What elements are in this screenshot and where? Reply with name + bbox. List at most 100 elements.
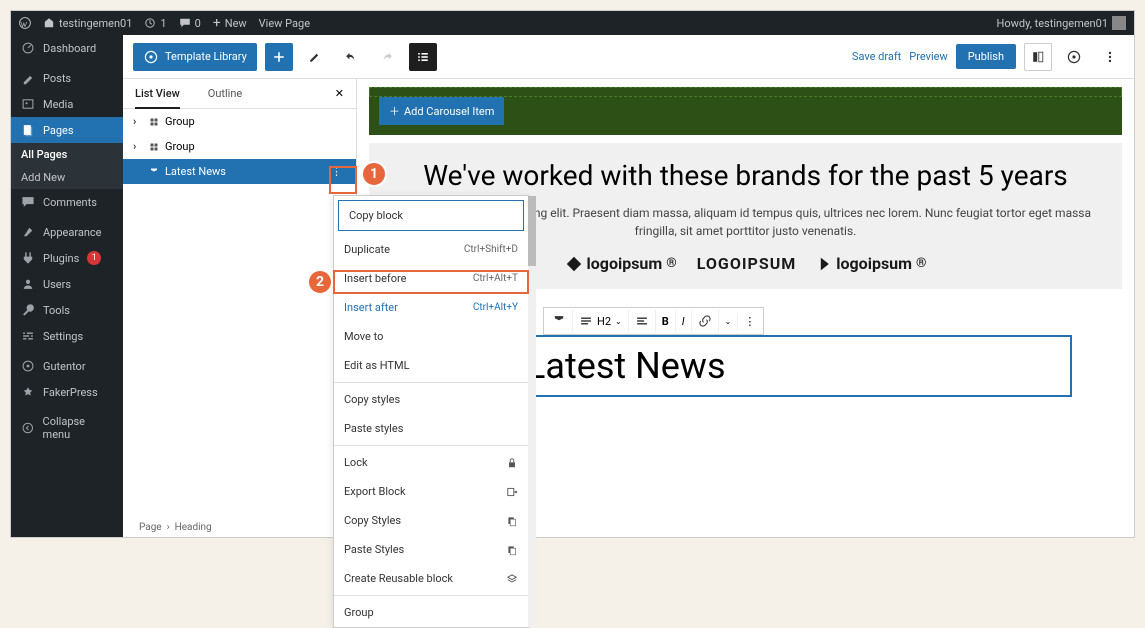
sidebar-item-label: Users <box>43 278 71 291</box>
menu-export-block[interactable]: Export Block <box>334 477 528 506</box>
carousel-placeholder <box>369 87 1122 97</box>
align-button[interactable] <box>629 310 656 332</box>
edit-tool-button[interactable] <box>301 43 329 71</box>
paste-icon <box>506 544 518 556</box>
sidebar-collapse[interactable]: Collapse menu <box>11 409 123 447</box>
sidebar-item-settings[interactable]: Settings <box>11 323 123 349</box>
sidebar-item-label: Comments <box>43 196 97 209</box>
sidebar-item-comments[interactable]: Comments <box>11 189 123 215</box>
redo-button[interactable] <box>373 43 401 71</box>
gutentor-icon[interactable] <box>1060 43 1088 71</box>
sidebar-item-label: FakerPress <box>43 386 98 399</box>
context-menu-scrollbar[interactable] <box>528 196 536 627</box>
sidebar-item-appearance[interactable]: Appearance <box>11 219 123 245</box>
sidebar-item-label: Tools <box>43 304 70 317</box>
block-type-button[interactable] <box>546 310 573 332</box>
template-library-button[interactable]: Template Library <box>133 43 257 71</box>
sidebar-item-tools[interactable]: Tools <box>11 297 123 323</box>
menu-create-reusable[interactable]: Create Reusable block <box>334 564 528 593</box>
heading-block[interactable]: Latest News <box>512 335 1072 397</box>
sidebar-item-label: Gutentor <box>43 360 86 373</box>
annotation-box-2 <box>333 270 529 294</box>
sidebar-item-label: Dashboard <box>43 42 96 55</box>
wp-logo[interactable] <box>19 17 31 29</box>
menu-copy-block[interactable]: Copy block <box>338 200 524 231</box>
block-toolbar: H2 ⌄ B I ⌄ ⋮ <box>543 307 764 335</box>
menu-insert-after[interactable]: Insert afterCtrl+Alt+Y <box>334 293 528 322</box>
annotation-2: 2 <box>307 269 333 295</box>
sidebar-item-label: Settings <box>43 330 83 343</box>
site-name[interactable]: testingemen01 <box>43 17 132 30</box>
plugins-badge: 1 <box>87 251 101 265</box>
logo-item: logoipsum® <box>565 254 677 273</box>
export-icon <box>506 486 518 498</box>
sidebar-item-fakerpress[interactable]: FakerPress <box>11 379 123 405</box>
sidebar-item-gutentor[interactable]: Gutentor <box>11 353 123 379</box>
editor-toolbar: Template Library Save draft Preview Publ… <box>123 35 1134 79</box>
sidebar-item-pages[interactable]: Pages <box>11 117 123 143</box>
add-block-button[interactable] <box>265 43 293 71</box>
menu-paste-styles[interactable]: Paste styles <box>334 414 528 443</box>
admin-sidebar: Dashboard Posts Media Pages All Pages Ad… <box>11 35 123 537</box>
logo-item: logoipsum® <box>816 254 926 273</box>
admin-bar: testingemen01 1 0 +New View Page Howdy, … <box>11 11 1134 35</box>
new-link[interactable]: +New <box>213 15 247 31</box>
more-options-button[interactable] <box>1096 43 1124 71</box>
close-panel-button[interactable]: ✕ <box>335 87 344 100</box>
tree-item-group[interactable]: ›Group <box>123 134 356 159</box>
menu-copy-styles-2[interactable]: Copy Styles <box>334 506 528 535</box>
link-button[interactable] <box>692 310 719 332</box>
tree-item-latest-news[interactable]: Latest News⋮ <box>123 159 356 184</box>
updates-link[interactable]: 1 <box>144 17 166 30</box>
menu-paste-styles-2[interactable]: Paste Styles <box>334 535 528 564</box>
brands-heading: We've worked with these brands for the p… <box>397 159 1094 192</box>
copy-icon <box>506 515 518 527</box>
preview-button[interactable]: Preview <box>909 50 947 63</box>
tab-list-view[interactable]: List View <box>135 87 180 100</box>
lock-icon <box>506 457 518 469</box>
menu-duplicate[interactable]: DuplicateCtrl+Shift+D <box>334 235 528 264</box>
list-view-toggle[interactable] <box>409 43 437 71</box>
sidebar-item-users[interactable]: Users <box>11 271 123 297</box>
sidebar-item-plugins[interactable]: Plugins 1 <box>11 245 123 271</box>
tree-item-group[interactable]: ›Group <box>123 109 356 134</box>
sidebar-item-label: Appearance <box>43 226 102 239</box>
more-rich-text-button[interactable]: ⌄ <box>719 313 739 330</box>
tab-outline[interactable]: Outline <box>208 87 243 100</box>
list-view-panel: List View Outline ✕ ›Group ›Group Latest… <box>123 79 357 537</box>
bold-button[interactable]: B <box>656 311 676 332</box>
annotation-1: 1 <box>361 161 387 187</box>
comments-link[interactable]: 0 <box>179 17 201 30</box>
sidebar-item-posts[interactable]: Posts <box>11 65 123 91</box>
menu-copy-styles[interactable]: Copy styles <box>334 385 528 414</box>
breadcrumb: Page › Heading <box>139 522 212 533</box>
undo-button[interactable] <box>337 43 365 71</box>
logo-item: LOGOIPSUM <box>697 254 797 273</box>
publish-button[interactable]: Publish <box>956 44 1016 69</box>
menu-move-to[interactable]: Move to <box>334 322 528 351</box>
add-carousel-item-button[interactable]: ＋ Add Carousel Item <box>379 97 504 125</box>
reusable-icon <box>506 573 518 585</box>
howdy-user[interactable]: Howdy, testingemen01 <box>997 16 1127 30</box>
menu-lock[interactable]: Lock <box>334 448 528 477</box>
menu-group[interactable]: Group <box>334 598 528 627</box>
block-context-menu: Copy block DuplicateCtrl+Shift+D Insert … <box>333 195 529 628</box>
annotation-box-1 <box>329 166 357 194</box>
heading-level-button[interactable]: H2 ⌄ <box>573 310 629 332</box>
sidebar-item-label: Plugins <box>43 252 79 265</box>
sidebar-item-label: Collapse menu <box>43 415 113 441</box>
save-draft-button[interactable]: Save draft <box>852 50 901 63</box>
avatar <box>1112 16 1126 30</box>
sidebar-item-media[interactable]: Media <box>11 91 123 117</box>
view-page-link[interactable]: View Page <box>259 17 310 30</box>
sidebar-item-label: Media <box>43 98 73 111</box>
sidebar-subitem-addnew[interactable]: Add New <box>11 166 123 189</box>
sidebar-item-label: Posts <box>43 72 71 85</box>
italic-button[interactable]: I <box>676 311 692 332</box>
settings-panel-button[interactable] <box>1024 43 1052 71</box>
sidebar-item-label: Pages <box>43 124 74 137</box>
sidebar-item-dashboard[interactable]: Dashboard <box>11 35 123 61</box>
sidebar-subitem-allpages[interactable]: All Pages <box>11 143 123 166</box>
block-more-button[interactable]: ⋮ <box>738 311 761 332</box>
menu-edit-html[interactable]: Edit as HTML <box>334 351 528 380</box>
